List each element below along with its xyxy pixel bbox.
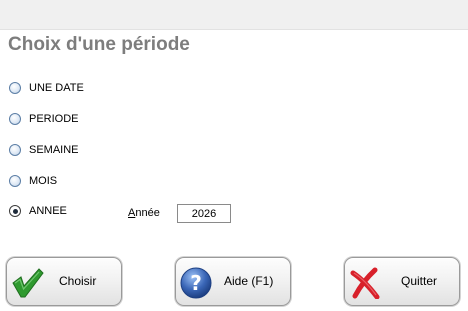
choose-button[interactable]: Choisir	[6, 257, 122, 306]
window-titlebar[interactable]	[0, 0, 468, 30]
help-button-label: Aide (F1)	[224, 274, 274, 288]
radio-label-mois: MOIS	[29, 175, 58, 187]
radio-button-checked-icon[interactable]	[9, 205, 21, 217]
radio-button-icon[interactable]	[9, 175, 21, 187]
radio-semaine[interactable]: SEMAINE	[9, 142, 79, 158]
radio-label-une-date: UNE DATE	[29, 82, 84, 94]
radio-periode[interactable]: PERIODE	[9, 111, 79, 127]
radio-annee[interactable]: ANNEE	[9, 203, 67, 219]
help-button[interactable]: ? Aide (F1)	[175, 257, 291, 306]
radio-button-icon[interactable]	[9, 82, 21, 94]
year-label-text: nnée	[135, 207, 160, 219]
red-x-icon	[350, 267, 380, 299]
quit-button-label: Quitter	[401, 274, 438, 288]
radio-une-date[interactable]: UNE DATE	[9, 80, 84, 96]
year-field-label: Année	[128, 207, 160, 219]
radio-mois[interactable]: MOIS	[9, 173, 57, 189]
year-input[interactable]	[177, 204, 231, 223]
choose-button-label: Choisir	[59, 274, 97, 288]
checkmark-icon	[12, 268, 44, 298]
radio-label-semaine: SEMAINE	[29, 144, 79, 156]
radio-label-periode: PERIODE	[29, 113, 79, 125]
radio-button-icon[interactable]	[9, 144, 21, 156]
quit-button[interactable]: Quitter	[344, 257, 460, 306]
dialog-title: Choix d'une période	[8, 34, 190, 55]
help-question-icon: ?	[180, 267, 212, 299]
radio-label-annee: ANNEE	[29, 205, 67, 217]
radio-button-icon[interactable]	[9, 113, 21, 125]
svg-text:?: ?	[190, 271, 202, 295]
